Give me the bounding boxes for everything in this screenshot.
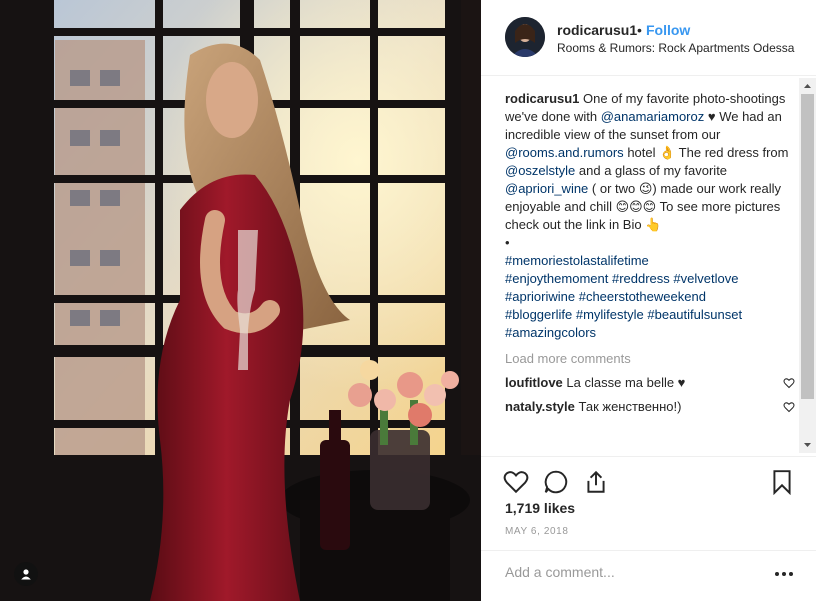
comment-text: Так женственно!) bbox=[578, 399, 682, 414]
scroll-thumb[interactable] bbox=[801, 94, 814, 399]
likes-count[interactable]: 1,719 likes bbox=[505, 500, 575, 516]
mention-link[interactable]: @apriori_wine bbox=[505, 181, 588, 196]
hashtag-link[interactable]: #bloggerlife bbox=[505, 307, 572, 322]
hashtags: #memoriestolastalifetime #enjoythemoment… bbox=[505, 252, 795, 342]
comment-row: nataly.style Так женственно!) bbox=[505, 398, 795, 416]
hashtag-link[interactable]: #beautifulsunset bbox=[647, 307, 742, 322]
caption-text-4: and a glass of my favorite bbox=[578, 163, 728, 178]
hashtag-link[interactable]: #aprioriwine bbox=[505, 289, 575, 304]
post-image bbox=[0, 0, 481, 601]
post-date[interactable]: MAY 6, 2018 bbox=[505, 526, 569, 537]
user-tag-icon bbox=[21, 569, 31, 580]
tagged-users-button[interactable] bbox=[14, 562, 38, 586]
mention-link[interactable]: @rooms.and.rumors bbox=[505, 145, 624, 160]
caption-bullet: • bbox=[505, 235, 510, 250]
heart-small-icon[interactable] bbox=[783, 377, 795, 389]
comment-icon[interactable] bbox=[543, 469, 569, 495]
share-icon[interactable] bbox=[583, 469, 609, 495]
avatar[interactable] bbox=[505, 17, 545, 57]
more-options-icon[interactable] bbox=[774, 571, 794, 577]
hashtag-link[interactable]: #enjoythemoment bbox=[505, 271, 608, 286]
mention-link[interactable]: @oszelstyle bbox=[505, 163, 575, 178]
comments-area[interactable]: rodicarusu1 One of my favorite photo-sho… bbox=[505, 90, 795, 460]
load-more-comments[interactable]: Load more comments bbox=[505, 350, 795, 368]
avatar-image bbox=[505, 17, 545, 57]
header-username[interactable]: rodicarusu1 bbox=[557, 22, 637, 38]
comment-text: La classe ma belle ♥ bbox=[566, 375, 686, 390]
action-bar bbox=[481, 456, 816, 495]
comments-scrollbar[interactable] bbox=[799, 78, 816, 453]
heart-icon[interactable] bbox=[503, 469, 529, 495]
bookmark-icon[interactable] bbox=[769, 469, 795, 495]
comment-username[interactable]: nataly.style bbox=[505, 399, 575, 414]
add-comment-bar: Add a comment... bbox=[481, 550, 816, 601]
hashtag-link[interactable]: #amazingcolors bbox=[505, 325, 596, 340]
post-photo[interactable] bbox=[0, 0, 481, 601]
post-header: rodicarusu1 • Follow Rooms & Rumors: Roc… bbox=[481, 0, 816, 76]
hashtag-link[interactable]: #mylifestyle bbox=[576, 307, 644, 322]
caption-username[interactable]: rodicarusu1 bbox=[505, 91, 579, 106]
hashtag-link[interactable]: #velvetlove bbox=[673, 271, 738, 286]
hashtag-link[interactable]: #cheerstotheweekend bbox=[579, 289, 706, 304]
header-separator: • bbox=[637, 22, 642, 38]
add-comment-input[interactable]: Add a comment... bbox=[505, 564, 615, 580]
caption-text-3: hotel 👌 The red dress from bbox=[627, 145, 789, 160]
scroll-up-icon[interactable] bbox=[799, 78, 816, 94]
comment-username[interactable]: loufitlove bbox=[505, 375, 563, 390]
follow-button[interactable]: Follow bbox=[646, 22, 690, 38]
hashtag-link[interactable]: #reddress bbox=[612, 271, 670, 286]
post-details-panel: rodicarusu1 • Follow Rooms & Rumors: Roc… bbox=[481, 0, 816, 601]
heart-small-icon[interactable] bbox=[783, 401, 795, 413]
comment-row: loufitlove La classe ma belle ♥ bbox=[505, 374, 795, 392]
location-link[interactable]: Rooms & Rumors: Rock Apartments Odessa bbox=[557, 41, 794, 55]
mention-link[interactable]: @anamariamoroz bbox=[601, 109, 705, 124]
hashtag-link[interactable]: #memoriestolastalifetime bbox=[505, 253, 649, 268]
caption: rodicarusu1 One of my favorite photo-sho… bbox=[505, 90, 795, 234]
scroll-down-icon[interactable] bbox=[799, 437, 816, 453]
